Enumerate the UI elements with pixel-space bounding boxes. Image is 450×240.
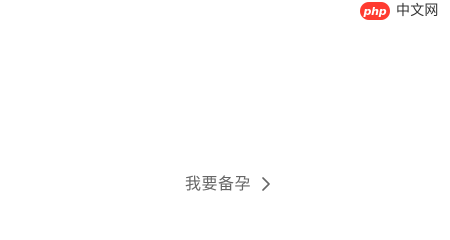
php-logo: php: [360, 2, 390, 20]
site-watermark: php 中文网: [360, 0, 450, 22]
php-logo-text: php: [363, 4, 387, 18]
prepare-pregnancy-label: 我要备孕: [185, 174, 252, 193]
prepare-pregnancy-link[interactable]: 我要备孕: [185, 172, 271, 196]
chevron-right-icon: [261, 177, 271, 191]
watermark-site-text: 中文网: [396, 3, 439, 19]
